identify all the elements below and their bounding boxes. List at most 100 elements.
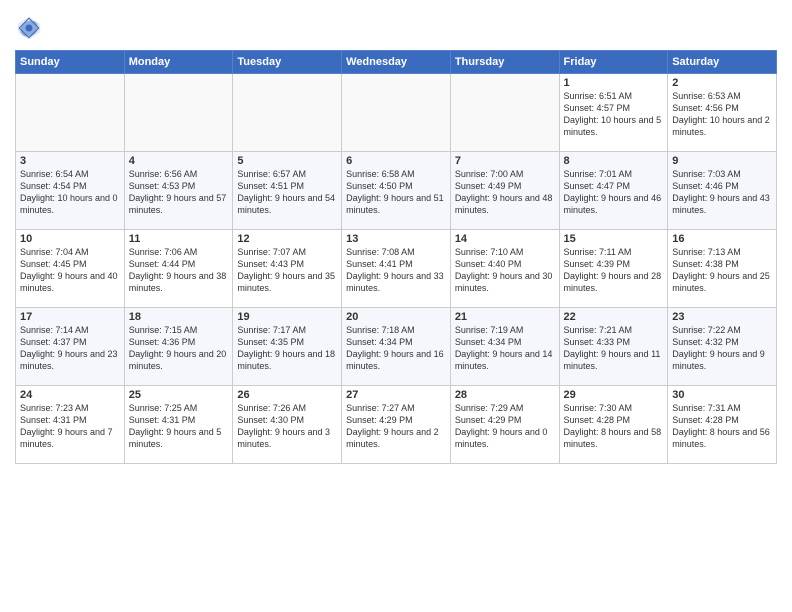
day-info: Sunrise: 7:11 AM Sunset: 4:39 PM Dayligh… bbox=[564, 246, 664, 295]
day-info: Sunrise: 6:54 AM Sunset: 4:54 PM Dayligh… bbox=[20, 168, 120, 217]
calendar-cell bbox=[124, 74, 233, 152]
day-header-monday: Monday bbox=[124, 51, 233, 74]
day-info: Sunrise: 7:13 AM Sunset: 4:38 PM Dayligh… bbox=[672, 246, 772, 295]
day-number: 13 bbox=[346, 233, 446, 245]
calendar-cell: 6Sunrise: 6:58 AM Sunset: 4:50 PM Daylig… bbox=[342, 152, 451, 230]
day-number: 11 bbox=[129, 233, 229, 245]
day-number: 26 bbox=[237, 389, 337, 401]
day-number: 12 bbox=[237, 233, 337, 245]
day-number: 24 bbox=[20, 389, 120, 401]
calendar-cell: 10Sunrise: 7:04 AM Sunset: 4:45 PM Dayli… bbox=[16, 230, 125, 308]
calendar-cell: 11Sunrise: 7:06 AM Sunset: 4:44 PM Dayli… bbox=[124, 230, 233, 308]
calendar-cell: 30Sunrise: 7:31 AM Sunset: 4:28 PM Dayli… bbox=[668, 386, 777, 464]
day-header-tuesday: Tuesday bbox=[233, 51, 342, 74]
day-info: Sunrise: 7:18 AM Sunset: 4:34 PM Dayligh… bbox=[346, 324, 446, 373]
day-info: Sunrise: 7:00 AM Sunset: 4:49 PM Dayligh… bbox=[455, 168, 555, 217]
calendar-cell: 14Sunrise: 7:10 AM Sunset: 4:40 PM Dayli… bbox=[450, 230, 559, 308]
calendar-cell: 25Sunrise: 7:25 AM Sunset: 4:31 PM Dayli… bbox=[124, 386, 233, 464]
day-header-saturday: Saturday bbox=[668, 51, 777, 74]
page-container: SundayMondayTuesdayWednesdayThursdayFrid… bbox=[0, 0, 792, 612]
calendar-week-row: 24Sunrise: 7:23 AM Sunset: 4:31 PM Dayli… bbox=[16, 386, 777, 464]
day-number: 4 bbox=[129, 155, 229, 167]
day-number: 6 bbox=[346, 155, 446, 167]
day-info: Sunrise: 7:17 AM Sunset: 4:35 PM Dayligh… bbox=[237, 324, 337, 373]
calendar-week-row: 10Sunrise: 7:04 AM Sunset: 4:45 PM Dayli… bbox=[16, 230, 777, 308]
calendar-cell: 2Sunrise: 6:53 AM Sunset: 4:56 PM Daylig… bbox=[668, 74, 777, 152]
calendar-cell: 29Sunrise: 7:30 AM Sunset: 4:28 PM Dayli… bbox=[559, 386, 668, 464]
day-number: 30 bbox=[672, 389, 772, 401]
day-number: 25 bbox=[129, 389, 229, 401]
day-number: 7 bbox=[455, 155, 555, 167]
day-info: Sunrise: 7:29 AM Sunset: 4:29 PM Dayligh… bbox=[455, 402, 555, 451]
calendar-cell: 18Sunrise: 7:15 AM Sunset: 4:36 PM Dayli… bbox=[124, 308, 233, 386]
calendar-cell: 26Sunrise: 7:26 AM Sunset: 4:30 PM Dayli… bbox=[233, 386, 342, 464]
day-number: 18 bbox=[129, 311, 229, 323]
calendar-cell: 5Sunrise: 6:57 AM Sunset: 4:51 PM Daylig… bbox=[233, 152, 342, 230]
calendar-cell: 19Sunrise: 7:17 AM Sunset: 4:35 PM Dayli… bbox=[233, 308, 342, 386]
day-number: 5 bbox=[237, 155, 337, 167]
calendar-cell: 3Sunrise: 6:54 AM Sunset: 4:54 PM Daylig… bbox=[16, 152, 125, 230]
day-info: Sunrise: 7:22 AM Sunset: 4:32 PM Dayligh… bbox=[672, 324, 772, 373]
calendar-cell: 27Sunrise: 7:27 AM Sunset: 4:29 PM Dayli… bbox=[342, 386, 451, 464]
day-info: Sunrise: 6:56 AM Sunset: 4:53 PM Dayligh… bbox=[129, 168, 229, 217]
day-number: 2 bbox=[672, 77, 772, 89]
calendar-cell: 15Sunrise: 7:11 AM Sunset: 4:39 PM Dayli… bbox=[559, 230, 668, 308]
day-info: Sunrise: 7:06 AM Sunset: 4:44 PM Dayligh… bbox=[129, 246, 229, 295]
day-info: Sunrise: 7:08 AM Sunset: 4:41 PM Dayligh… bbox=[346, 246, 446, 295]
calendar-cell: 28Sunrise: 7:29 AM Sunset: 4:29 PM Dayli… bbox=[450, 386, 559, 464]
day-info: Sunrise: 7:23 AM Sunset: 4:31 PM Dayligh… bbox=[20, 402, 120, 451]
day-number: 15 bbox=[564, 233, 664, 245]
calendar-cell: 17Sunrise: 7:14 AM Sunset: 4:37 PM Dayli… bbox=[16, 308, 125, 386]
day-number: 17 bbox=[20, 311, 120, 323]
day-info: Sunrise: 7:21 AM Sunset: 4:33 PM Dayligh… bbox=[564, 324, 664, 373]
calendar-table: SundayMondayTuesdayWednesdayThursdayFrid… bbox=[15, 50, 777, 464]
day-number: 28 bbox=[455, 389, 555, 401]
day-header-wednesday: Wednesday bbox=[342, 51, 451, 74]
day-number: 21 bbox=[455, 311, 555, 323]
day-number: 29 bbox=[564, 389, 664, 401]
calendar-cell: 23Sunrise: 7:22 AM Sunset: 4:32 PM Dayli… bbox=[668, 308, 777, 386]
day-number: 23 bbox=[672, 311, 772, 323]
day-info: Sunrise: 7:01 AM Sunset: 4:47 PM Dayligh… bbox=[564, 168, 664, 217]
day-info: Sunrise: 6:57 AM Sunset: 4:51 PM Dayligh… bbox=[237, 168, 337, 217]
calendar-cell: 13Sunrise: 7:08 AM Sunset: 4:41 PM Dayli… bbox=[342, 230, 451, 308]
day-info: Sunrise: 7:25 AM Sunset: 4:31 PM Dayligh… bbox=[129, 402, 229, 451]
day-number: 27 bbox=[346, 389, 446, 401]
day-number: 14 bbox=[455, 233, 555, 245]
logo bbox=[15, 14, 45, 42]
calendar-cell: 21Sunrise: 7:19 AM Sunset: 4:34 PM Dayli… bbox=[450, 308, 559, 386]
day-info: Sunrise: 7:10 AM Sunset: 4:40 PM Dayligh… bbox=[455, 246, 555, 295]
day-number: 1 bbox=[564, 77, 664, 89]
day-info: Sunrise: 7:27 AM Sunset: 4:29 PM Dayligh… bbox=[346, 402, 446, 451]
day-info: Sunrise: 7:31 AM Sunset: 4:28 PM Dayligh… bbox=[672, 402, 772, 451]
day-header-thursday: Thursday bbox=[450, 51, 559, 74]
day-info: Sunrise: 7:14 AM Sunset: 4:37 PM Dayligh… bbox=[20, 324, 120, 373]
day-info: Sunrise: 7:07 AM Sunset: 4:43 PM Dayligh… bbox=[237, 246, 337, 295]
day-header-friday: Friday bbox=[559, 51, 668, 74]
calendar-week-row: 1Sunrise: 6:51 AM Sunset: 4:57 PM Daylig… bbox=[16, 74, 777, 152]
day-number: 22 bbox=[564, 311, 664, 323]
calendar-cell: 7Sunrise: 7:00 AM Sunset: 4:49 PM Daylig… bbox=[450, 152, 559, 230]
day-number: 10 bbox=[20, 233, 120, 245]
day-number: 16 bbox=[672, 233, 772, 245]
day-info: Sunrise: 7:30 AM Sunset: 4:28 PM Dayligh… bbox=[564, 402, 664, 451]
calendar-week-row: 17Sunrise: 7:14 AM Sunset: 4:37 PM Dayli… bbox=[16, 308, 777, 386]
day-info: Sunrise: 6:53 AM Sunset: 4:56 PM Dayligh… bbox=[672, 90, 772, 139]
calendar-cell bbox=[450, 74, 559, 152]
day-number: 9 bbox=[672, 155, 772, 167]
header bbox=[15, 10, 777, 42]
calendar-cell: 12Sunrise: 7:07 AM Sunset: 4:43 PM Dayli… bbox=[233, 230, 342, 308]
calendar-cell: 1Sunrise: 6:51 AM Sunset: 4:57 PM Daylig… bbox=[559, 74, 668, 152]
calendar-cell: 22Sunrise: 7:21 AM Sunset: 4:33 PM Dayli… bbox=[559, 308, 668, 386]
day-info: Sunrise: 7:26 AM Sunset: 4:30 PM Dayligh… bbox=[237, 402, 337, 451]
calendar-cell bbox=[16, 74, 125, 152]
day-number: 8 bbox=[564, 155, 664, 167]
day-number: 20 bbox=[346, 311, 446, 323]
calendar-cell: 16Sunrise: 7:13 AM Sunset: 4:38 PM Dayli… bbox=[668, 230, 777, 308]
calendar-cell bbox=[342, 74, 451, 152]
calendar-cell: 8Sunrise: 7:01 AM Sunset: 4:47 PM Daylig… bbox=[559, 152, 668, 230]
calendar-week-row: 3Sunrise: 6:54 AM Sunset: 4:54 PM Daylig… bbox=[16, 152, 777, 230]
day-number: 19 bbox=[237, 311, 337, 323]
calendar-header-row: SundayMondayTuesdayWednesdayThursdayFrid… bbox=[16, 51, 777, 74]
calendar-cell: 9Sunrise: 7:03 AM Sunset: 4:46 PM Daylig… bbox=[668, 152, 777, 230]
